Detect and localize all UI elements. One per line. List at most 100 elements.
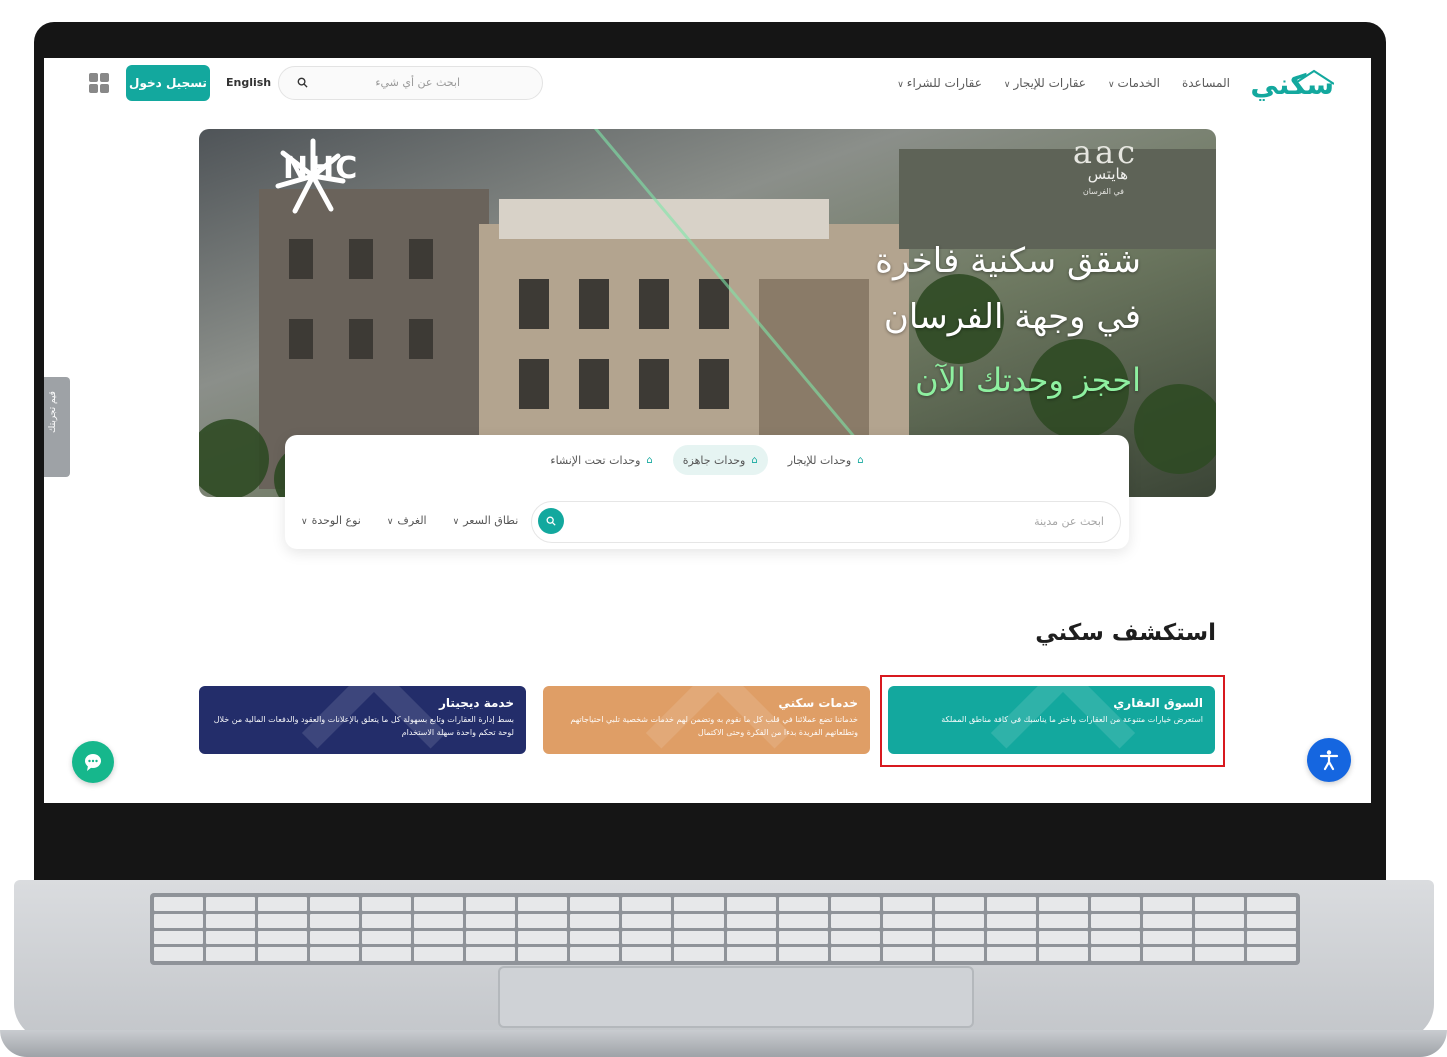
- keyboard-key: [570, 897, 620, 911]
- chevron-down-icon: ∨: [1003, 80, 1011, 90]
- keyboard-key: [726, 930, 776, 945]
- chevron-down-icon: ∨: [897, 80, 904, 90]
- keyboard-key: [466, 947, 516, 961]
- nav-item-buy[interactable]: عقارات للشراء∨: [897, 76, 982, 90]
- city-search-input[interactable]: ابحث عن مدينة: [531, 501, 1121, 543]
- keyboard-key: [310, 897, 360, 911]
- card-digital-service[interactable]: خدمة ديجيتار بسط إدارة العقارات وتابع بس…: [199, 686, 526, 754]
- banner-headline-2: في وجهة الفرسان: [883, 297, 1141, 337]
- language-toggle[interactable]: English: [226, 76, 271, 89]
- keyboard-key: [674, 897, 724, 911]
- keyboard-key: [206, 913, 256, 928]
- keyboard-key: [1142, 897, 1192, 911]
- keyboard-key: [518, 913, 568, 928]
- keyboard-key: [830, 930, 880, 945]
- city-search-button[interactable]: [538, 508, 564, 534]
- card-sakani-services[interactable]: خدمات سكني خدماتنا تضع عملائنا في قلب كل…: [543, 686, 870, 754]
- keyboard-key: [1038, 930, 1088, 945]
- keyboard-key: [1246, 930, 1296, 945]
- keyboard-key: [1142, 913, 1192, 928]
- project-name: هايتس: [1087, 165, 1128, 183]
- keyboard-key: [362, 930, 412, 945]
- keyboard-key: [986, 930, 1036, 945]
- keyboard-key: [882, 913, 932, 928]
- search-icon: [546, 516, 556, 526]
- keyboard-key: [154, 930, 204, 945]
- filter-price-range[interactable]: نطاق السعر∨: [453, 514, 519, 527]
- keyboard-key: [1246, 897, 1296, 911]
- keyboard-key: [622, 930, 672, 945]
- tab-under-construction[interactable]: ⌂ وحدات تحت الإنشاء: [540, 445, 662, 475]
- keyboard-key: [830, 947, 880, 961]
- apps-grid-icon[interactable]: [89, 73, 109, 93]
- sakani-logo[interactable]: سكني: [1250, 64, 1334, 104]
- keyboard-key: [258, 930, 308, 945]
- keyboard-key: [570, 947, 620, 961]
- laptop-trackpad: [498, 966, 974, 1028]
- chevron-down-icon: ∨: [386, 517, 394, 527]
- laptop-edge: [0, 1030, 1447, 1057]
- keyboard-key: [882, 947, 932, 961]
- keyboard-key: [310, 947, 360, 961]
- keyboard-key: [882, 897, 932, 911]
- unit-type-tabs: ⌂ وحدات تحت الإنشاء ⌂ وحدات جاهزة ⌂ وحدات ل…: [285, 445, 1129, 475]
- keyboard-key: [1142, 947, 1192, 961]
- keyboard-key: [674, 913, 724, 928]
- keyboard-key: [778, 947, 828, 961]
- login-button[interactable]: تسجيل دخول: [126, 65, 210, 101]
- feedback-side-tab[interactable]: قيم تجربتك: [44, 377, 70, 477]
- keyboard-key: [726, 913, 776, 928]
- nav-item-services[interactable]: الخدمات∨: [1108, 76, 1160, 90]
- keyboard-key: [362, 913, 412, 928]
- keyboard-key: [674, 947, 724, 961]
- keyboard-key: [622, 897, 672, 911]
- home-icon: ⌂: [857, 454, 864, 466]
- keyboard-key: [466, 913, 516, 928]
- tab-rent-units[interactable]: ⌂ وحدات للإيجار: [778, 445, 874, 475]
- keyboard-key: [310, 913, 360, 928]
- chat-button[interactable]: [72, 741, 114, 783]
- keyboard-key: [206, 947, 256, 961]
- keyboard-key: [414, 897, 464, 911]
- keyboard-key: [830, 913, 880, 928]
- feedback-label: قيم تجربتك: [48, 391, 58, 433]
- keyboard-key: [1142, 930, 1192, 945]
- banner-headline-3: احجز وحدتك الآن: [915, 361, 1141, 399]
- keyboard-key: [1038, 897, 1088, 911]
- keyboard-key: [1038, 947, 1088, 961]
- keyboard-key: [1246, 913, 1296, 928]
- keyboard-key: [882, 930, 932, 945]
- keyboard-key: [258, 913, 308, 928]
- filter-rooms[interactable]: الغرف∨: [387, 514, 427, 527]
- unit-search-card: ⌂ وحدات تحت الإنشاء ⌂ وحدات جاهزة ⌂ وحدات ل…: [285, 435, 1129, 549]
- nav-item-rent[interactable]: عقارات للإيجار∨: [1004, 76, 1086, 90]
- global-search-input[interactable]: ابحث عن أي شيء: [278, 66, 543, 100]
- keyboard-key: [206, 930, 256, 945]
- keyboard-key: [986, 947, 1036, 961]
- keyboard-key: [726, 947, 776, 961]
- keyboard-key: [258, 897, 308, 911]
- keyboard-key: [778, 897, 828, 911]
- keyboard-key: [1038, 913, 1088, 928]
- chevron-down-icon: ∨: [1107, 80, 1115, 90]
- home-icon: ⌂: [751, 454, 758, 466]
- accessibility-button[interactable]: [1307, 738, 1351, 782]
- keyboard-key: [518, 897, 568, 911]
- keyboard-key: [934, 913, 984, 928]
- keyboard-key: [414, 913, 464, 928]
- keyboard-key: [778, 930, 828, 945]
- keyboard-key: [778, 913, 828, 928]
- nav-item-help[interactable]: المساعدة: [1182, 76, 1230, 90]
- highlight-box: [880, 675, 1225, 767]
- keyboard-key: [414, 947, 464, 961]
- search-placeholder: ابحث عن أي شيء: [375, 76, 460, 89]
- filter-unit-type[interactable]: نوع الوحدة∨: [301, 514, 361, 527]
- chevron-down-icon: ∨: [301, 517, 308, 527]
- keyboard-key: [1246, 947, 1296, 961]
- keyboard-key: [622, 913, 672, 928]
- keyboard-key: [154, 897, 204, 911]
- keyboard-key: [986, 913, 1036, 928]
- keyboard-key: [154, 947, 204, 961]
- keyboard-key: [154, 913, 204, 928]
- tab-ready-units[interactable]: ⌂ وحدات جاهزة: [672, 445, 768, 475]
